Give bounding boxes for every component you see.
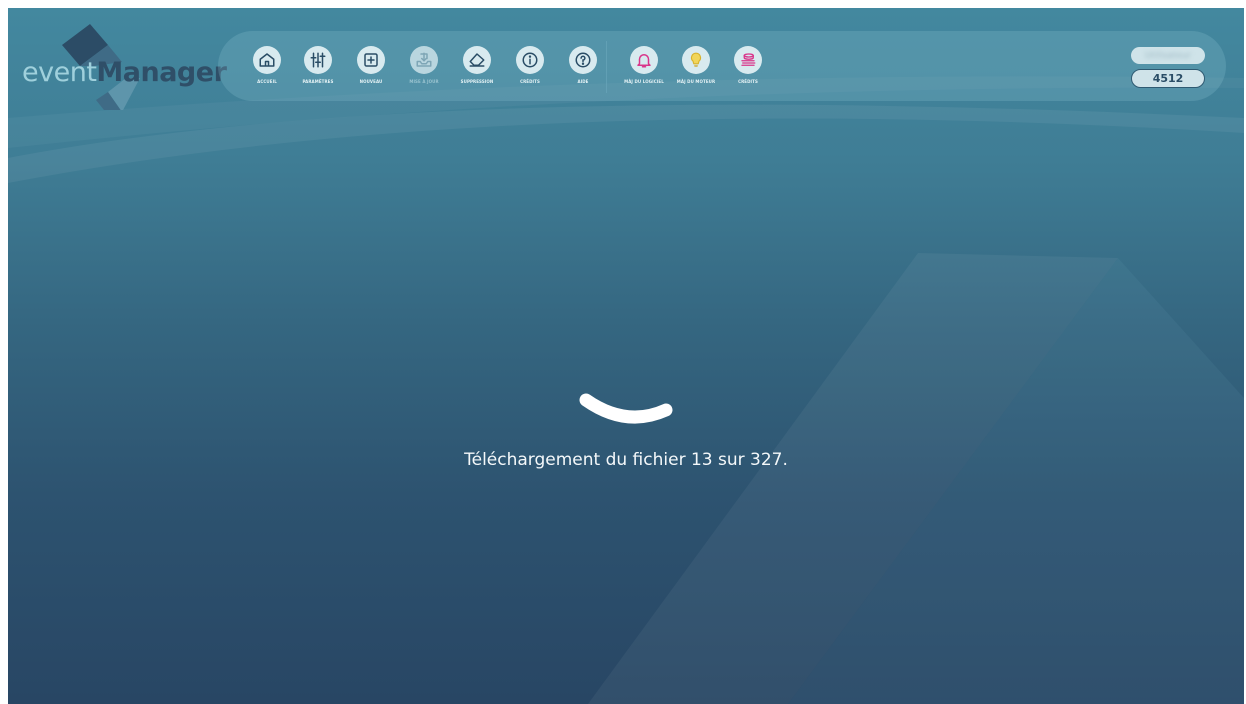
toolbar-separator [606, 41, 607, 93]
user-pill-text: Utilisateur [1144, 50, 1192, 61]
settings-button-circle [304, 46, 332, 74]
update-button[interactable]: MISE À JOUR [403, 46, 445, 94]
bell-icon [637, 54, 651, 68]
engine-update-button[interactable]: MÀJ DU MOTEUR [675, 46, 717, 94]
info-icon [522, 52, 538, 68]
delete-button[interactable]: SUPPRESSION [456, 46, 498, 94]
logo-text-event: event [22, 57, 97, 88]
loading-spinner [579, 393, 673, 424]
credits-purchase-button-label: CRÉDITS [738, 79, 758, 84]
home-icon [259, 53, 275, 67]
user-pill[interactable]: Utilisateur [1131, 47, 1205, 64]
credits-button[interactable]: CRÉDITS [509, 46, 551, 94]
settings-button[interactable]: PARAMÈTRES [297, 46, 339, 94]
software-update-button-circle [630, 46, 658, 74]
home-button[interactable]: ACCUEIL [246, 46, 288, 94]
credits-purchase-button[interactable]: CRÉDITS [727, 46, 769, 94]
engine-update-button-circle [682, 46, 710, 74]
download-status-text: Téléchargement du fichier 13 sur 327. [464, 450, 788, 470]
help-button-label: AIDE [577, 79, 589, 84]
new-button-circle [357, 46, 385, 74]
coins-icon [741, 53, 756, 66]
update-button-circle [410, 46, 438, 74]
credits-purchase-button-circle [734, 46, 762, 74]
app-window: eventManager ACCUEIL PARAMÈTRES NOUVEAU … [8, 8, 1244, 704]
help-button[interactable]: AIDE [562, 46, 604, 94]
lightbulb-icon [690, 52, 702, 67]
download-tray-icon [416, 52, 432, 67]
new-button[interactable]: NOUVEAU [350, 46, 392, 94]
home-button-circle [253, 46, 281, 74]
logo-text: eventManager [22, 57, 227, 89]
main-toolbar: ACCUEIL PARAMÈTRES NOUVEAU MISE À JOUR S… [218, 31, 1226, 101]
plus-square-icon [364, 53, 378, 67]
sliders-icon [310, 52, 326, 68]
software-update-button[interactable]: MÀJ DU LOGICIEL [623, 46, 665, 94]
question-icon [575, 52, 591, 68]
logo-text-manager: Manager [96, 57, 227, 88]
eraser-icon [469, 53, 485, 67]
session-code-pill: 4512 [1131, 69, 1205, 88]
credits-button-circle [516, 46, 544, 74]
delete-button-circle [463, 46, 491, 74]
background-decoration [8, 76, 1244, 704]
app-logo[interactable]: eventManager [8, 22, 227, 110]
help-button-circle [569, 46, 597, 74]
